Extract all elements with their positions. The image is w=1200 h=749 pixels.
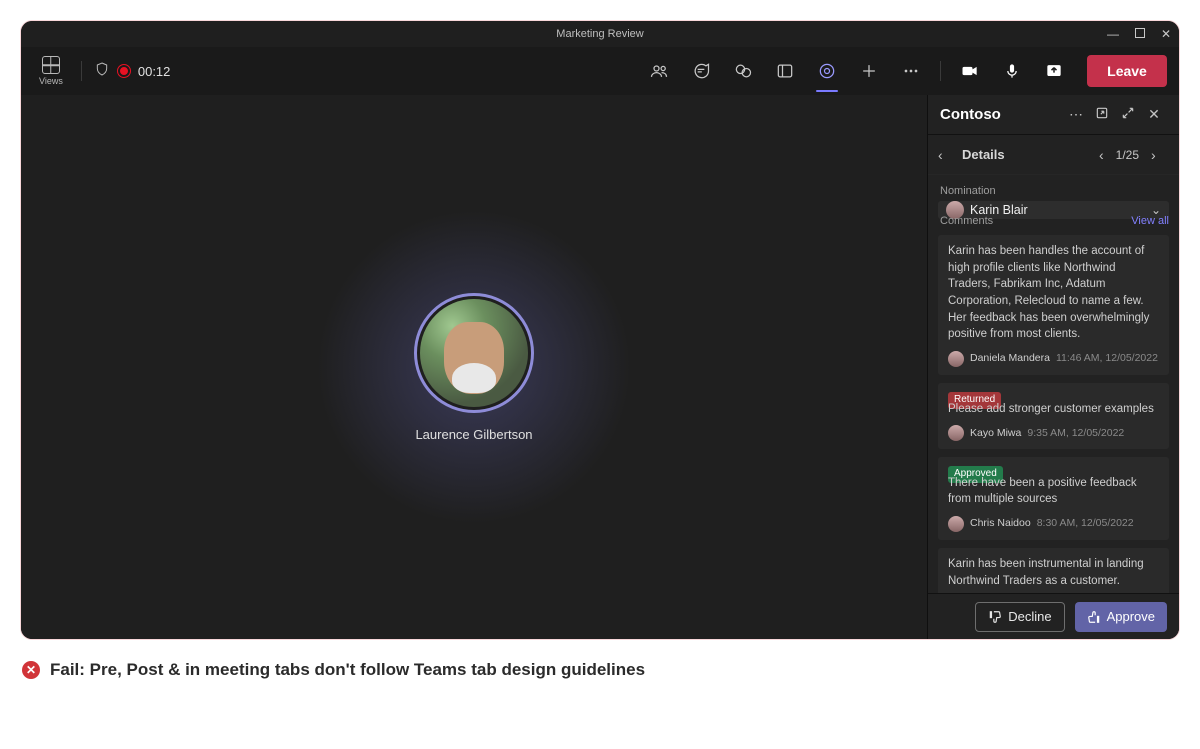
title-bar: Marketing Review — ✕ bbox=[21, 21, 1179, 47]
panel-more-icon[interactable]: ⋯ bbox=[1063, 106, 1089, 123]
record-icon bbox=[118, 65, 130, 77]
comment-card: Returned Please add stronger customer ex… bbox=[938, 383, 1169, 449]
meeting-toolbar: Views 00:12 bbox=[21, 47, 1179, 95]
more-icon[interactable] bbox=[894, 54, 928, 88]
minimize-icon[interactable]: — bbox=[1107, 27, 1119, 41]
comment-card: Karin has been instrumental in landing N… bbox=[938, 548, 1169, 593]
participant-avatar bbox=[414, 293, 534, 413]
comment-avatar bbox=[948, 425, 964, 441]
comment-text: Karin has been handles the account of hi… bbox=[948, 243, 1159, 343]
comment-author: Chris Naidoo bbox=[970, 516, 1031, 531]
shield-icon[interactable] bbox=[94, 61, 110, 82]
meeting-timer: 00:12 bbox=[138, 64, 171, 79]
page-prev-icon[interactable]: ‹ bbox=[1088, 147, 1104, 163]
panel-close-icon[interactable]: ✕ bbox=[1141, 106, 1167, 123]
comment-author: Kayo Miwa bbox=[970, 426, 1021, 441]
page-next-icon[interactable]: › bbox=[1151, 147, 1167, 163]
view-all-link[interactable]: View all bbox=[1131, 215, 1169, 227]
apps-icon[interactable] bbox=[810, 54, 844, 88]
comment-text: Karin has been instrumental in landing N… bbox=[948, 556, 1159, 589]
approve-button[interactable]: Approve bbox=[1075, 602, 1167, 632]
divider bbox=[940, 61, 941, 81]
pager-label: 1/25 bbox=[1116, 148, 1139, 162]
panel-expand-icon[interactable] bbox=[1115, 106, 1141, 123]
comment-time: 9:35 AM, 12/05/2022 bbox=[1027, 426, 1124, 441]
views-button[interactable]: Views bbox=[33, 54, 69, 88]
comment-text: There have been a positive feedback from… bbox=[948, 473, 1159, 508]
thumbs-up-icon bbox=[1087, 610, 1101, 624]
caption-text: Fail: Pre, Post & in meeting tabs don't … bbox=[50, 660, 645, 680]
details-label: Details bbox=[962, 147, 1080, 162]
panel-footer: Decline Approve bbox=[928, 593, 1179, 639]
participant-name: Laurence Gilbertson bbox=[415, 427, 532, 442]
comment-avatar bbox=[948, 516, 964, 532]
decline-label: Decline bbox=[1008, 609, 1051, 624]
rooms-icon[interactable] bbox=[768, 54, 802, 88]
approve-label: Approve bbox=[1107, 609, 1155, 624]
teams-window: Marketing Review — ✕ Views 00:12 bbox=[20, 20, 1180, 640]
comment-avatar bbox=[948, 351, 964, 367]
caption-row: ✕ Fail: Pre, Post & in meeting tabs don'… bbox=[22, 660, 1200, 680]
side-panel: Contoso ⋯ ✕ ‹ Details ‹ 1/25 › Nominatio… bbox=[927, 95, 1179, 639]
comment-text: Please add stronger customer examples bbox=[948, 399, 1159, 418]
comment-time: 8:30 AM, 12/05/2022 bbox=[1037, 516, 1134, 531]
share-icon[interactable] bbox=[1037, 54, 1071, 88]
close-icon[interactable]: ✕ bbox=[1161, 27, 1171, 41]
nomination-caption: Nomination bbox=[940, 185, 1169, 197]
comments-label: Comments bbox=[940, 215, 993, 227]
panel-title: Contoso bbox=[940, 106, 1063, 123]
main-area: Laurence Gilbertson Contoso ⋯ ✕ ‹ Detail… bbox=[21, 95, 1179, 639]
panel-popout-icon[interactable] bbox=[1089, 106, 1115, 123]
grid-icon bbox=[42, 56, 60, 74]
decline-button[interactable]: Decline bbox=[975, 602, 1064, 632]
comment-meta: Chris Naidoo 8:30 AM, 12/05/2022 bbox=[948, 516, 1159, 532]
divider bbox=[81, 61, 82, 81]
comment-card: Karin has been handles the account of hi… bbox=[938, 235, 1169, 375]
comment-author: Daniela Mandera bbox=[970, 351, 1050, 366]
panel-body: Nomination Karin Blair ⌄ Comments View a… bbox=[928, 175, 1179, 593]
comment-card: Approved There have been a positive feed… bbox=[938, 457, 1169, 540]
comment-time: 11:46 AM, 12/05/2022 bbox=[1056, 351, 1158, 366]
reactions-icon[interactable] bbox=[726, 54, 760, 88]
back-icon[interactable]: ‹ bbox=[938, 147, 954, 163]
panel-header: Contoso ⋯ ✕ bbox=[928, 95, 1179, 135]
fail-icon: ✕ bbox=[22, 661, 40, 679]
people-icon[interactable] bbox=[642, 54, 676, 88]
comments-header: Comments View all bbox=[938, 215, 1169, 227]
video-stage: Laurence Gilbertson bbox=[21, 95, 927, 639]
maximize-icon[interactable] bbox=[1135, 27, 1145, 41]
camera-icon[interactable] bbox=[953, 54, 987, 88]
leave-button[interactable]: Leave bbox=[1087, 55, 1167, 87]
add-icon[interactable] bbox=[852, 54, 886, 88]
comment-meta: Daniela Mandera 11:46 AM, 12/05/2022 bbox=[948, 351, 1159, 367]
window-controls: — ✕ bbox=[1107, 27, 1171, 41]
thumbs-down-icon bbox=[988, 610, 1002, 624]
panel-subheader: ‹ Details ‹ 1/25 › bbox=[928, 135, 1179, 175]
mic-icon[interactable] bbox=[995, 54, 1029, 88]
views-label: Views bbox=[39, 76, 63, 86]
chat-icon[interactable] bbox=[684, 54, 718, 88]
window-title: Marketing Review bbox=[556, 28, 643, 40]
comment-meta: Kayo Miwa 9:35 AM, 12/05/2022 bbox=[948, 425, 1159, 441]
